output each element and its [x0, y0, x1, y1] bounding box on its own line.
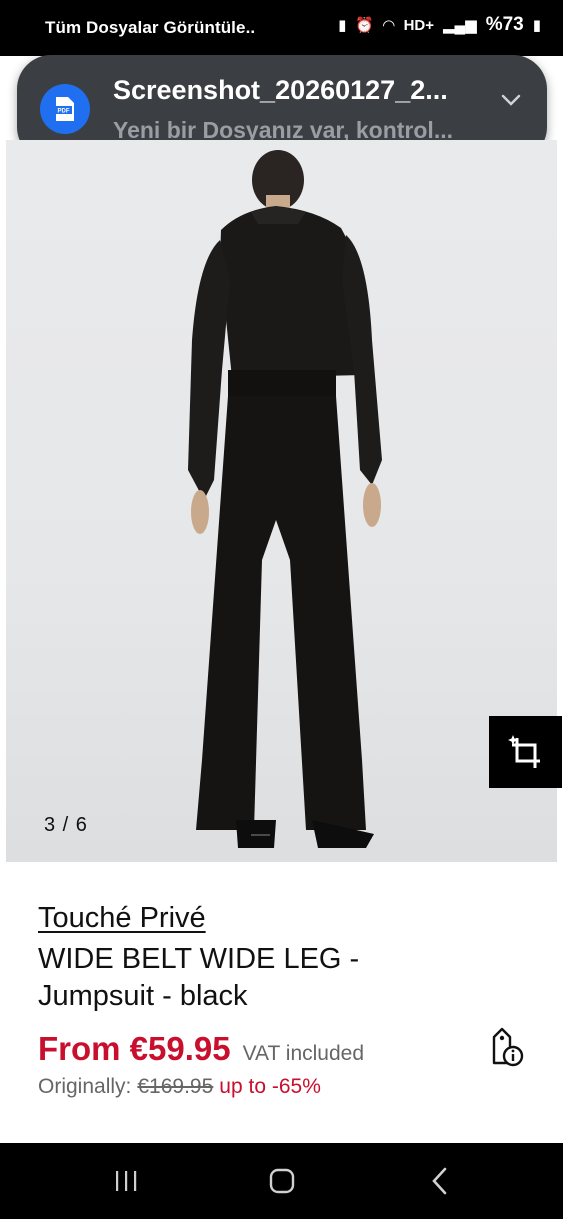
status-icons: ▮ ⏰ ◠ HD+ ▂▄▆ %73 ▮: [338, 14, 541, 36]
back-button[interactable]: [410, 1161, 470, 1201]
add-to-compare-button[interactable]: [489, 716, 562, 788]
back-icon: [432, 1167, 447, 1195]
product-image[interactable]: 3 / 6: [6, 140, 557, 862]
battery-level: %73: [485, 14, 524, 35]
network-type: HD+: [403, 16, 434, 34]
product-title: WIDE BELT WIDE LEG - Jumpsuit - black: [38, 943, 360, 1012]
status-bar-title: Tüm Dosyalar Görüntüle..: [45, 18, 256, 37]
wifi-icon: ◠: [383, 17, 395, 34]
pdf-file-icon: PDF: [40, 84, 90, 134]
signal-icon: ▂▄▆: [443, 17, 477, 34]
home-icon: [269, 1168, 295, 1194]
sim-icon: ▮: [338, 17, 347, 34]
crop-sparkle-icon: [507, 735, 540, 768]
recent-apps-icon: [116, 1171, 137, 1191]
image-counter: 3 / 6: [44, 814, 88, 836]
originally-label: Originally:: [38, 1075, 132, 1098]
original-price-row: Originally: €169.95 up to -65%: [38, 1075, 321, 1099]
home-button[interactable]: [252, 1161, 312, 1201]
sale-price: From €59.95: [38, 1030, 231, 1067]
price-row: From €59.95 VAT included: [38, 1030, 364, 1068]
status-bar: Tüm Dosyalar Görüntüle.. ▮ ⏰ ◠ HD+ ▂▄▆ %…: [0, 0, 563, 56]
recent-apps-button[interactable]: [96, 1161, 156, 1201]
jumpsuit-photo: [188, 150, 382, 848]
original-price: €169.95: [137, 1075, 214, 1098]
battery-icon: ▮: [532, 17, 541, 34]
chevron-down-icon[interactable]: [498, 87, 524, 113]
alarm-icon: ⏰: [355, 17, 375, 34]
discount-label: up to -65%: [219, 1075, 321, 1098]
vat-note: VAT included: [242, 1042, 365, 1065]
brand-link[interactable]: Touché Privé: [38, 902, 206, 935]
svg-text:PDF: PDF: [58, 109, 70, 115]
notification-title: Screenshot_20260127_2...: [113, 75, 448, 105]
price-info-icon[interactable]: [486, 1027, 526, 1069]
system-nav-bar: [0, 1143, 563, 1219]
